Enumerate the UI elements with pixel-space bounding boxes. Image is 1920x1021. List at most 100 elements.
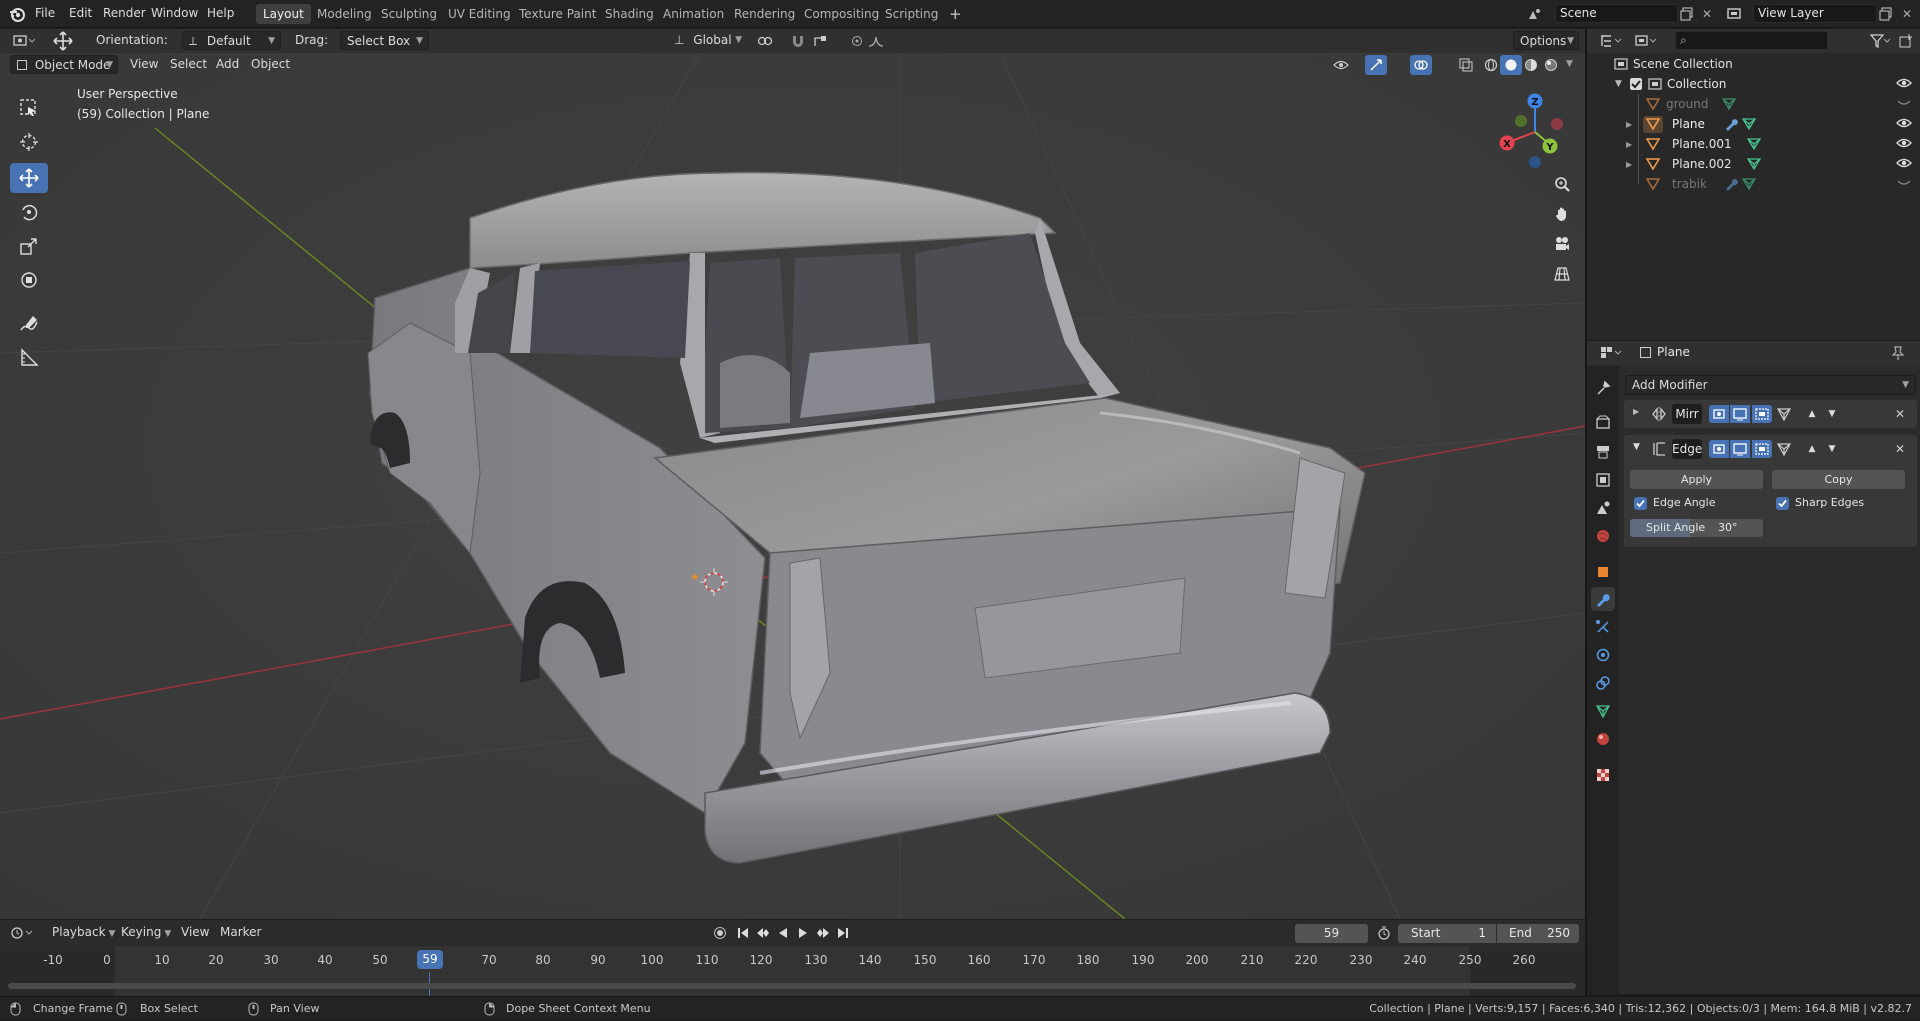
- menu-help[interactable]: Help: [207, 0, 234, 28]
- particles-tab-icon[interactable]: [1591, 615, 1615, 639]
- tab-scripting[interactable]: Scripting: [878, 4, 945, 24]
- constraints-tab-icon[interactable]: [1591, 671, 1615, 695]
- timeline-area[interactable]: -10 0 10 20 30 40 50 60 70 80 90 100 110…: [0, 946, 1585, 996]
- pin-icon[interactable]: [1887, 343, 1909, 363]
- new-view-layer-icon[interactable]: [1875, 4, 1897, 24]
- current-frame-field[interactable]: 59: [1295, 924, 1368, 943]
- apply-button[interactable]: Apply: [1630, 470, 1763, 489]
- texture-tab-icon[interactable]: [1591, 763, 1615, 787]
- outliner-row-plane-002[interactable]: ▶ Plane.002: [1587, 154, 1920, 174]
- play-reverse-icon[interactable]: [773, 923, 793, 943]
- mode-dropdown[interactable]: Object Mode ▼: [10, 55, 118, 74]
- tab-uv-editing[interactable]: UV Editing: [441, 4, 518, 24]
- rotate-tool[interactable]: [10, 197, 48, 227]
- solid-shading-icon[interactable]: [1500, 55, 1522, 75]
- eye-icon[interactable]: [1896, 117, 1912, 129]
- select-box-tool[interactable]: [10, 93, 48, 123]
- record-icon[interactable]: [709, 923, 731, 943]
- falloff-curve-icon[interactable]: [866, 31, 888, 51]
- viewport-menu-object[interactable]: Object: [245, 55, 296, 74]
- outliner-row-ground[interactable]: ground: [1587, 94, 1920, 114]
- output-tab-icon[interactable]: [1591, 440, 1615, 464]
- start-frame-field[interactable]: Start 1: [1398, 924, 1496, 943]
- visibility-selectability-icon[interactable]: [1330, 55, 1352, 75]
- sharp-edges-checkbox[interactable]: [1776, 497, 1789, 510]
- move-up-icon[interactable]: ▲: [1802, 405, 1822, 423]
- outliner-editor-type-icon[interactable]: [1597, 31, 1625, 51]
- end-frame-field[interactable]: End 250: [1497, 924, 1579, 943]
- tab-compositing[interactable]: Compositing: [797, 4, 886, 24]
- view-layer-field[interactable]: View Layer: [1753, 4, 1877, 23]
- move-tool-icon[interactable]: [50, 31, 76, 51]
- cage-toggle-icon[interactable]: [1774, 405, 1794, 423]
- viewport-menu-add[interactable]: Add: [210, 55, 245, 74]
- expand-arrow-icon[interactable]: ▼: [1615, 74, 1622, 94]
- gizmo-toggle-icon[interactable]: [1365, 55, 1387, 75]
- tab-shading[interactable]: Shading: [598, 4, 661, 24]
- play-icon[interactable]: [793, 923, 813, 943]
- eye-icon[interactable]: [1896, 157, 1912, 169]
- cage-toggle-icon[interactable]: [1774, 440, 1794, 458]
- add-modifier-dropdown[interactable]: Add Modifier ▼: [1625, 375, 1916, 395]
- viewport-toggle-icon[interactable]: [1730, 405, 1750, 423]
- outliner-row-collection[interactable]: ▼ Collection: [1587, 74, 1920, 94]
- outliner-search-input[interactable]: ⌕: [1675, 31, 1828, 50]
- menu-edit[interactable]: Edit: [69, 0, 92, 28]
- scene-selector-icon[interactable]: [1523, 4, 1545, 24]
- add-workspace-button[interactable]: +: [942, 4, 969, 24]
- cursor-tool[interactable]: [10, 127, 48, 157]
- object-tab-icon[interactable]: [1591, 560, 1615, 584]
- remove-modifier-icon[interactable]: ✕: [1890, 404, 1910, 424]
- timeline-scrollbar[interactable]: [8, 983, 1576, 989]
- viewport-toggle-icon[interactable]: [1730, 440, 1750, 458]
- transform-tool[interactable]: [10, 265, 48, 295]
- new-scene-icon[interactable]: [1676, 4, 1698, 24]
- overlays-toggle-icon[interactable]: [1410, 55, 1432, 75]
- properties-editor-type-icon[interactable]: [1597, 343, 1625, 363]
- move-up-icon[interactable]: ▲: [1802, 440, 1822, 458]
- tab-layout[interactable]: Layout: [256, 4, 311, 24]
- prev-keyframe-icon[interactable]: [753, 923, 773, 943]
- transform-orientation-dropdown[interactable]: ⊥ Global ▼: [668, 31, 746, 50]
- pivot-point-icon[interactable]: [754, 31, 776, 51]
- modifier-name-field[interactable]: Mirr: [1672, 404, 1702, 424]
- tab-rendering[interactable]: Rendering: [727, 4, 802, 24]
- expand-arrow-icon[interactable]: ▶: [1626, 155, 1632, 175]
- edge-angle-checkbox[interactable]: [1634, 497, 1647, 510]
- display-mode-icon[interactable]: [1632, 31, 1660, 51]
- rendered-shading-icon[interactable]: [1540, 55, 1562, 75]
- next-keyframe-icon[interactable]: [813, 923, 833, 943]
- eye-closed-icon[interactable]: [1897, 98, 1911, 108]
- jump-end-icon[interactable]: [833, 923, 853, 943]
- annotate-tool[interactable]: [10, 309, 48, 339]
- editmode-toggle-icon[interactable]: [1709, 440, 1729, 458]
- wireframe-shading-icon[interactable]: [1480, 55, 1502, 75]
- preview-range-icon[interactable]: [1373, 923, 1395, 943]
- viewport-menu-select[interactable]: Select: [164, 55, 213, 74]
- orientation-dropdown[interactable]: ⟂ Default ▼: [182, 31, 281, 50]
- outliner-row-scene-collection[interactable]: Scene Collection: [1587, 54, 1920, 74]
- timeline-menu-keying[interactable]: Keying ▼: [115, 923, 177, 942]
- collapse-arrow-icon[interactable]: ▼: [1633, 442, 1640, 452]
- menu-file[interactable]: File: [35, 0, 55, 28]
- menu-render[interactable]: Render: [103, 0, 146, 28]
- perspective-toggle-icon[interactable]: [1550, 262, 1574, 286]
- drag-dropdown[interactable]: Select Box ▼: [340, 31, 429, 50]
- editmode-toggle-icon[interactable]: [1709, 405, 1729, 423]
- world-tab-icon[interactable]: [1591, 524, 1615, 548]
- snap-magnet-icon[interactable]: [787, 31, 809, 51]
- tab-modeling[interactable]: Modeling: [310, 4, 379, 24]
- expand-arrow-icon[interactable]: ▶: [1626, 115, 1632, 135]
- material-shading-icon[interactable]: [1520, 55, 1542, 75]
- expand-arrow-icon[interactable]: ▶: [1626, 135, 1632, 155]
- menu-window[interactable]: Window: [151, 0, 198, 28]
- close-scene-icon[interactable]: ✕: [1696, 4, 1718, 24]
- scene-tab-icon[interactable]: [1591, 496, 1615, 520]
- move-tool[interactable]: [10, 163, 48, 193]
- proportional-edit-icon[interactable]: [846, 31, 868, 51]
- camera-view-icon[interactable]: [1550, 232, 1574, 256]
- outliner-row-plane-001[interactable]: ▶ Plane.001: [1587, 134, 1920, 154]
- timeline-menu-marker[interactable]: Marker: [214, 923, 267, 942]
- filter-icon[interactable]: [1867, 31, 1893, 51]
- modifier-tab-icon[interactable]: [1591, 587, 1615, 611]
